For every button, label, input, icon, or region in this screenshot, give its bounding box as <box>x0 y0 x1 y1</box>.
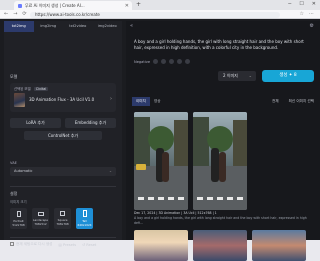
minimize-icon[interactable]: ─ <box>288 1 291 7</box>
star-icon[interactable]: ☆ <box>300 11 304 17</box>
ratio-portrait[interactable]: Portrait 512x768 <box>10 208 27 229</box>
add-lora-button[interactable]: LoRA 추가 <box>10 118 61 128</box>
favicon-icon <box>18 3 22 8</box>
forward-icon[interactable]: → <box>13 11 17 17</box>
result-image[interactable] <box>134 112 188 210</box>
tab-txt2video[interactable]: txt2video <box>63 21 93 32</box>
style-chip[interactable] <box>153 59 159 64</box>
chevron-down-icon: ⌄ <box>248 73 252 78</box>
style-chip[interactable] <box>161 59 167 64</box>
menu-icon[interactable]: ⋯ <box>309 11 314 17</box>
results-toolbar: 이미지 영상 전체 최신 이미지 선택 <box>132 97 318 106</box>
ratio-label: Square 768x768 <box>56 218 69 226</box>
model-tag: 선택된 모델 <box>14 87 31 91</box>
main-panel: « ⚙ A boy and a girl holding hands, the … <box>126 21 320 261</box>
tab-bar: 무료 Ai 이미지 생성 | Create AI... ✕ + ─ ☐ ✕ <box>0 0 320 10</box>
image-size-label: 이미지 크기 <box>10 200 27 204</box>
browser-tab[interactable]: 무료 Ai 이미지 생성 | Create AI... ✕ <box>14 1 132 10</box>
close-tab-icon[interactable]: ✕ <box>125 3 129 9</box>
reuse-settings-label: 현재 세팅으로 다시 생성 <box>16 242 53 246</box>
aspect-ratio-options: Portrait 512x768 Landscape 768x512 Squar… <box>10 208 93 229</box>
tab-title: 무료 Ai 이미지 생성 | Create AI... <box>25 2 85 8</box>
presets-label: Presets <box>63 242 77 247</box>
tab-videos[interactable]: 영상 <box>150 97 165 106</box>
model-section-title: 모델 <box>10 74 18 79</box>
model-thumbnail <box>14 93 25 107</box>
addon-buttons: LoRA 추가 Embedding 추가 <box>10 118 116 128</box>
back-icon[interactable]: ← <box>4 11 8 17</box>
tab-images[interactable]: 이미지 <box>132 97 150 106</box>
generate-button[interactable]: 생성 ✦ 8 <box>262 70 314 82</box>
add-controlnet-button[interactable]: ControlNet 추가 <box>24 131 102 140</box>
filter-all-button[interactable]: 전체 <box>272 97 279 106</box>
address-bar: ← → ⟳ https://www.ai-tools.co.kr/create … <box>0 10 320 19</box>
mode-tabs: txt2img img2img txt2video img2video <box>4 21 122 32</box>
nav-buttons: ← → ⟳ <box>4 11 27 17</box>
model-card[interactable]: 선택된 모델 Civitai 3D Animation Flux - 3A Uc… <box>10 83 116 112</box>
history-image[interactable] <box>193 230 247 261</box>
reset-button[interactable]: ↺ Reset <box>82 243 96 247</box>
ratio-square[interactable]: Square 768x768 <box>54 208 71 229</box>
image-count-value: 2 이미지 <box>223 73 238 78</box>
window-controls: ─ ☐ ✕ <box>288 1 316 7</box>
tab-txt2img[interactable]: txt2img <box>4 21 34 32</box>
browser-actions: ☆ ⋯ <box>300 11 314 17</box>
ratio-tall[interactable]: Tall 640x1024 <box>76 208 93 229</box>
vae-label: VAE <box>10 161 17 165</box>
landscape-icon <box>37 211 44 216</box>
close-window-icon[interactable]: ✕ <box>312 1 316 7</box>
divider <box>10 186 116 187</box>
style-chip[interactable] <box>185 59 191 64</box>
history-image[interactable] <box>252 230 306 261</box>
add-embedding-button[interactable]: Embedding 추가 <box>65 118 116 128</box>
maximize-icon[interactable]: ☐ <box>299 1 303 7</box>
settings-section-title: 설정 <box>10 191 18 196</box>
negative-row: Negative <box>134 59 191 64</box>
presets-button[interactable]: ▤ Presets <box>59 243 77 247</box>
model-card-header: 선택된 모델 Civitai <box>14 86 49 91</box>
reload-icon[interactable]: ⟳ <box>22 11 26 17</box>
chevron-down-icon: ⌄ <box>108 169 112 173</box>
portrait-icon <box>16 210 21 217</box>
ratio-landscape[interactable]: Landscape 768x512 <box>32 208 49 229</box>
ratio-label: Portrait 512x768 <box>12 218 25 227</box>
sidebar-toggle-icon[interactable]: « <box>130 23 133 29</box>
square-icon <box>60 211 65 216</box>
prompt-input[interactable]: A boy and a girl holding hands, the girl… <box>134 39 312 51</box>
reuse-settings-checkbox[interactable]: 현재 세팅으로 다시 생성 <box>10 242 53 247</box>
select-latest-button[interactable]: 최신 이미지 선택 <box>289 97 314 106</box>
vae-value: Automatic <box>14 169 33 173</box>
new-tab-button[interactable]: + <box>136 1 141 8</box>
sidebar-footer: 현재 세팅으로 다시 생성 ▤ Presets ↺ Reset <box>10 242 122 247</box>
style-chip[interactable] <box>169 59 175 64</box>
result-image[interactable] <box>193 112 247 210</box>
result-meta: Dec 17, 2024 | 3D Animation | 3A Ucil | … <box>134 211 314 226</box>
model-name: 3D Animation Flux - 3A Ucil V1.0 <box>29 97 95 102</box>
vae-select[interactable]: Automatic ⌄ <box>10 167 116 176</box>
divider <box>10 237 116 238</box>
result-prompt-line: A boy and a girl holding hands, the girl… <box>134 216 307 225</box>
negative-toggle[interactable]: Negative <box>134 60 150 64</box>
tab-img2img[interactable]: img2img <box>34 21 64 32</box>
history-image[interactable] <box>134 230 188 261</box>
model-badge: Civitai <box>33 86 49 91</box>
sidebar: txt2img img2img txt2video img2video 모델 선… <box>4 21 122 247</box>
tall-icon <box>82 210 87 217</box>
url-field[interactable]: https://www.ai-tools.co.kr/create <box>30 11 280 18</box>
browser-window: 무료 Ai 이미지 생성 | Create AI... ✕ + ─ ☐ ✕ ← … <box>0 0 320 261</box>
style-chip[interactable] <box>177 59 183 64</box>
ratio-label: Tall 640x1024 <box>77 219 92 227</box>
reset-label: Reset <box>86 242 97 247</box>
tab-img2video[interactable]: img2video <box>93 21 123 32</box>
image-count-select[interactable]: 2 이미지 ⌄ <box>218 71 256 81</box>
results-actions: 전체 최신 이미지 선택 <box>272 97 314 106</box>
ratio-label: Landscape 768x512 <box>32 217 49 226</box>
chevron-right-icon: › <box>110 96 112 102</box>
checkbox-icon <box>10 242 14 246</box>
settings-icon[interactable]: ⚙ <box>310 23 314 29</box>
